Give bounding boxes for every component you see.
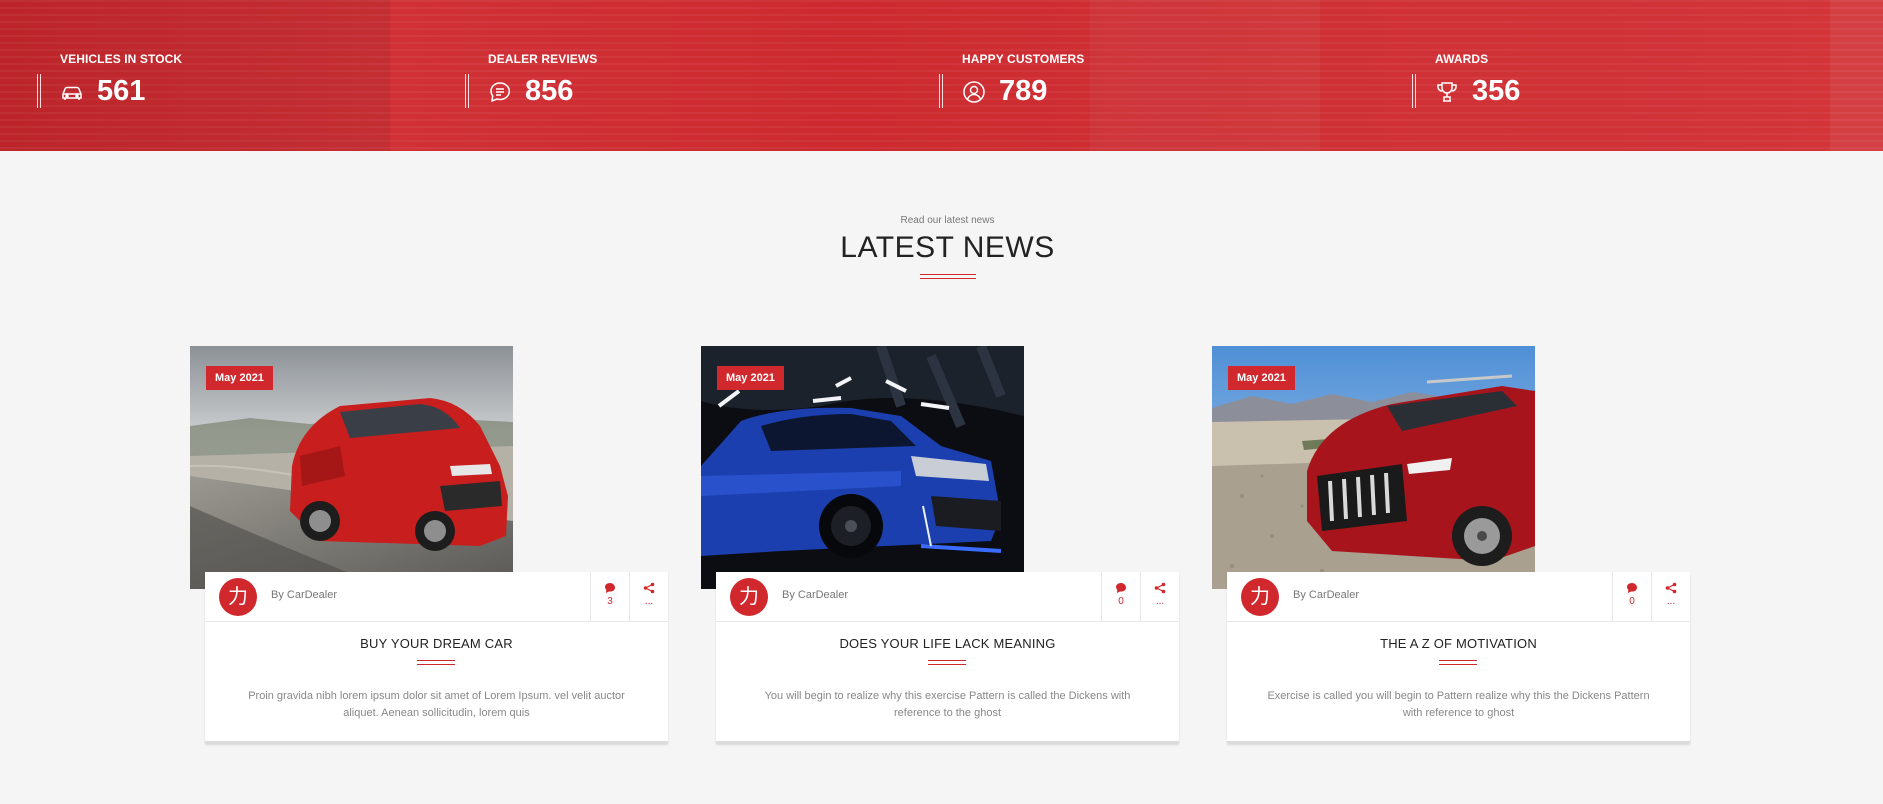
comment-count: 0: [1118, 596, 1124, 607]
author-avatar[interactable]: 力: [730, 578, 768, 616]
title-divider: [928, 660, 966, 665]
date-badge: May 2021: [1228, 366, 1295, 390]
post-excerpt: Proin gravida nibh lorem ipsum dolor sit…: [248, 690, 625, 719]
news-card[interactable]: May 2021 力 By CarDealer 0 ... THE A Z OF…: [1212, 346, 1690, 746]
post-excerpt: Exercise is called you will begin to Pat…: [1267, 690, 1650, 719]
banner-shade: [1090, 0, 1320, 151]
comments-button[interactable]: 0: [1101, 572, 1140, 622]
stat-divider: [1412, 74, 1416, 108]
post-excerpt: You will begin to realize why this exerc…: [764, 690, 1131, 719]
post-body: 力 By CarDealer 3 ... BUY YOUR DREAM CAR …: [205, 572, 668, 743]
author-name[interactable]: By CarDealer: [782, 589, 848, 601]
post-body: 力 By CarDealer 0 ... THE A Z OF MOTIVATI…: [1227, 572, 1690, 743]
stat-divider: [939, 74, 943, 108]
banner-shade: [1830, 0, 1883, 151]
stat-divider: [37, 74, 41, 108]
comments-button[interactable]: 3: [590, 572, 629, 622]
date-badge: May 2021: [717, 366, 784, 390]
comment-icon: [1627, 583, 1637, 593]
share-icon: [1665, 582, 1677, 594]
section-eyebrow: Read our latest news: [900, 215, 995, 226]
comment-count: 0: [1629, 596, 1635, 607]
date-badge: May 2021: [206, 366, 273, 390]
author-name[interactable]: By CarDealer: [1293, 589, 1359, 601]
stat-label: VEHICLES IN STOCK: [60, 52, 183, 66]
share-icon: [1154, 582, 1166, 594]
share-button[interactable]: ...: [1140, 572, 1179, 622]
user-icon: [962, 80, 986, 104]
stat-value: 356: [1472, 75, 1521, 107]
car-icon: [60, 80, 84, 104]
author-name[interactable]: By CarDealer: [271, 589, 337, 601]
news-card[interactable]: May 2021 力 By CarDealer 3 ... BUY YOUR D…: [190, 346, 668, 746]
post-title[interactable]: DOES YOUR LIFE LACK MEANING: [716, 636, 1179, 651]
share-button[interactable]: ...: [629, 572, 668, 622]
title-divider: [1439, 660, 1477, 665]
stats-banner: VEHICLES IN STOCK 561 DEALER REVIEWS 856…: [0, 0, 1883, 151]
comments-button[interactable]: 0: [1612, 572, 1651, 622]
post-meta: 力 By CarDealer 0 ...: [716, 572, 1179, 622]
chat-icon: [488, 80, 512, 104]
post-meta: 力 By CarDealer 3 ...: [205, 572, 668, 622]
section-title: LATEST NEWS: [840, 231, 1055, 264]
comment-icon: [1116, 583, 1126, 593]
stat-label: DEALER REVIEWS: [488, 52, 598, 66]
post-title[interactable]: THE A Z OF MOTIVATION: [1227, 636, 1690, 651]
share-more: ...: [644, 596, 654, 607]
post-body: 力 By CarDealer 0 ... DOES YOUR LIFE LACK…: [716, 572, 1179, 743]
share-more: ...: [1666, 596, 1676, 607]
post-meta: 力 By CarDealer 0 ...: [1227, 572, 1690, 622]
stat-divider: [465, 74, 469, 108]
section-divider: [920, 274, 976, 280]
post-title[interactable]: BUY YOUR DREAM CAR: [205, 636, 668, 651]
comment-icon: [605, 583, 615, 593]
banner-shade: [0, 0, 390, 151]
stat-label: HAPPY CUSTOMERS: [962, 52, 1085, 66]
trophy-icon: [1435, 80, 1459, 104]
stat-label: AWARDS: [1435, 52, 1489, 66]
share-button[interactable]: ...: [1651, 572, 1690, 622]
stat-value: 561: [97, 75, 146, 107]
author-avatar[interactable]: 力: [1241, 578, 1279, 616]
share-icon: [643, 582, 655, 594]
stat-value: 856: [525, 75, 574, 107]
title-divider: [417, 660, 455, 665]
share-more: ...: [1155, 596, 1165, 607]
comment-count: 3: [607, 596, 613, 607]
news-card[interactable]: May 2021 力 By CarDealer 0 ... DOES YOUR …: [701, 346, 1179, 746]
stat-value: 789: [999, 75, 1048, 107]
author-avatar[interactable]: 力: [219, 578, 257, 616]
